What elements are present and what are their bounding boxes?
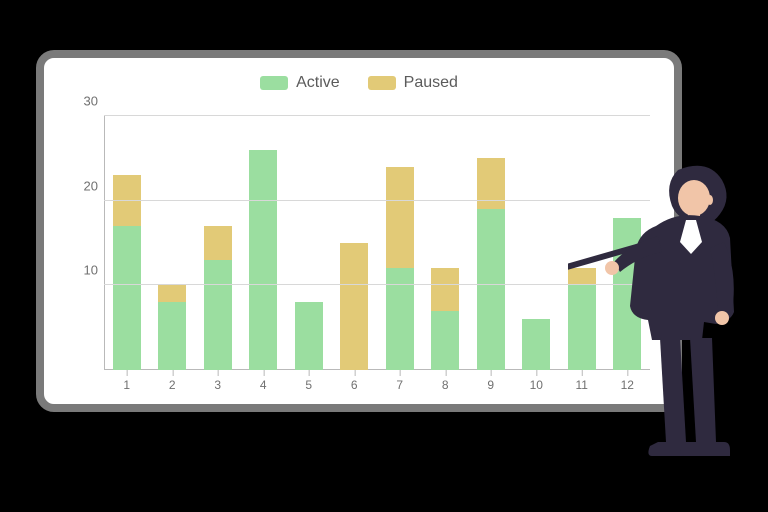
gridline [104, 284, 650, 285]
bar-segment-active [204, 260, 232, 370]
bar-segment-paused [204, 226, 232, 260]
bar-segment-active [522, 319, 550, 370]
axis-y-tick-label: 20 [74, 178, 98, 193]
legend-label-paused: Paused [404, 74, 458, 92]
gridline [104, 200, 650, 201]
axis-x-tick-label: 9 [487, 378, 494, 392]
bar [295, 116, 323, 370]
bar-segment-active [249, 150, 277, 370]
axis-x-tick-label: 3 [214, 378, 221, 392]
bar [613, 116, 641, 370]
bar-segment-active [158, 302, 186, 370]
bar-segment-paused [340, 243, 368, 370]
chart-bars [104, 116, 650, 370]
chart-board: Active Paused 123456789101112 102030 [36, 50, 682, 412]
bar-segment-paused [477, 158, 505, 209]
bar [340, 116, 368, 370]
legend-swatch-active [260, 76, 288, 90]
bar [204, 116, 232, 370]
bar-segment-active [477, 209, 505, 370]
bar-segment-paused [158, 285, 186, 302]
axis-x-tick-label: 2 [169, 378, 176, 392]
bar-segment-active [295, 302, 323, 370]
bar-segment-paused [568, 268, 596, 285]
bar [113, 116, 141, 370]
axis-x-tick-label: 11 [576, 378, 588, 392]
legend-item-active: Active [260, 74, 340, 92]
gridline [104, 115, 650, 116]
bar [386, 116, 414, 370]
stage: Active Paused 123456789101112 102030 [0, 0, 768, 512]
bar-segment-paused [386, 167, 414, 269]
chart-plot-area: 123456789101112 102030 [104, 116, 650, 370]
bar [477, 116, 505, 370]
bar-segment-paused [113, 175, 141, 226]
axis-x-tick-label: 1 [123, 378, 130, 392]
bar-segment-active [431, 311, 459, 370]
axis-y-tick-label: 10 [74, 263, 98, 278]
legend-swatch-paused [368, 76, 396, 90]
bar [568, 116, 596, 370]
axis-x-tick-label: 12 [621, 378, 634, 392]
bar [522, 116, 550, 370]
chart-legend: Active Paused [44, 74, 674, 92]
bar [249, 116, 277, 370]
bar [158, 116, 186, 370]
bar-segment-paused [431, 268, 459, 310]
axis-x-tick-label: 8 [442, 378, 449, 392]
axis-x-tick-label: 7 [396, 378, 403, 392]
bar-segment-active [613, 218, 641, 370]
axis-y-tick-label: 30 [74, 94, 98, 109]
axis-x-tick-label: 4 [260, 378, 267, 392]
bar [431, 116, 459, 370]
bar-segment-active [568, 285, 596, 370]
legend-label-active: Active [296, 74, 340, 92]
legend-item-paused: Paused [368, 74, 458, 92]
axis-x-tick-label: 5 [305, 378, 312, 392]
axis-x-ticks: 123456789101112 [104, 374, 650, 392]
axis-x-tick-label: 6 [351, 378, 358, 392]
bar-segment-active [113, 226, 141, 370]
axis-x-tick-label: 10 [530, 378, 543, 392]
